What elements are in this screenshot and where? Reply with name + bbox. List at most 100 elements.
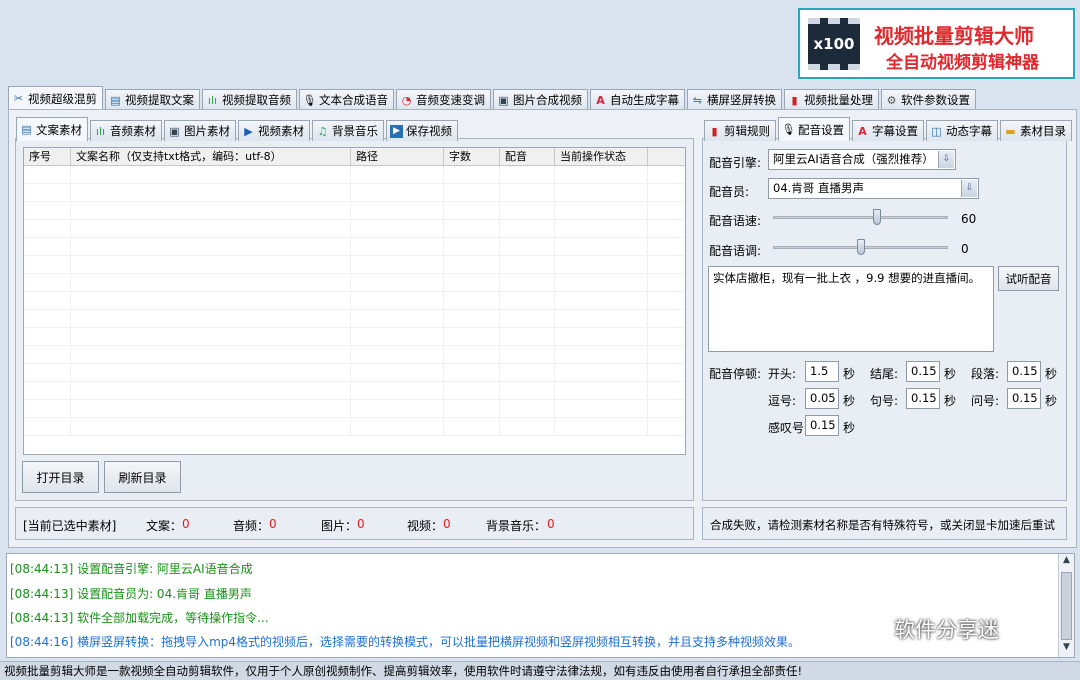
voice-text-area[interactable]: 实体店撤柜，现有一批上衣 ，9.9 想要的进直播间。 — [708, 266, 994, 352]
table-cell — [71, 256, 351, 273]
tab-copy-material[interactable]: ▤ 文案素材 — [16, 117, 88, 141]
pause-period-input[interactable]: 0.15 — [906, 388, 940, 409]
pause-exclaim-input[interactable]: 0.15 — [805, 415, 839, 436]
log-line: [08:44:13] 软件全部加载完成，等待操作指令... — [10, 611, 269, 625]
table-cell — [555, 184, 648, 201]
scroll-up-icon[interactable]: ▲ — [1060, 555, 1073, 569]
table-row[interactable] — [24, 346, 685, 364]
column-header[interactable]: 路径 — [351, 148, 444, 165]
music-note-icon: ♫ — [317, 124, 328, 138]
selected-video-count: 0 — [443, 517, 451, 531]
tab-auto-subtitle[interactable]: A 自动生成字幕 — [590, 89, 685, 110]
pause-question-input[interactable]: 0.15 — [1007, 388, 1041, 409]
table-row[interactable] — [24, 184, 685, 202]
tab-image-to-video[interactable]: ▣ 图片合成视频 — [493, 89, 588, 110]
table-cell — [500, 238, 555, 255]
table-cell — [444, 364, 500, 381]
tab-extract-text[interactable]: ▤ 视频提取文案 — [105, 89, 200, 110]
table-row[interactable] — [24, 238, 685, 256]
column-header[interactable]: 字数 — [444, 148, 500, 165]
app-logo: x100 — [808, 18, 860, 70]
table-cell — [444, 418, 500, 435]
material-table[interactable]: 序号 文案名称（仅支持txt格式，编码：utf-8） 路径 字数 配音 当前操作… — [23, 147, 686, 455]
tab-voice-settings[interactable]: 🎙 配音设置 — [778, 117, 850, 141]
table-row[interactable] — [24, 328, 685, 346]
table-cell — [351, 274, 444, 291]
table-cell — [555, 202, 648, 219]
tab-video-mix[interactable]: ✂ 视频超级混剪 — [8, 86, 103, 110]
pause-paragraph-input[interactable]: 0.15 — [1007, 361, 1041, 382]
tab-settings[interactable]: ⚙ 软件参数设置 — [881, 89, 976, 110]
tab-material-directory[interactable]: ▬ 素材目录 — [1000, 120, 1072, 141]
selected-summary: [当前已选中素材] 文案： 0 音频： 0 图片： 0 视频： 0 背景音乐： … — [15, 507, 694, 540]
tab-image-material[interactable]: ▣ 图片素材 — [164, 120, 236, 141]
table-row[interactable] — [24, 274, 685, 292]
table-row[interactable] — [24, 256, 685, 274]
table-row[interactable] — [24, 400, 685, 418]
tab-batch-process[interactable]: ▮ 视频批量处理 — [784, 89, 879, 110]
test-voice-button[interactable]: 试听配音 — [998, 266, 1059, 291]
column-header[interactable]: 序号 — [24, 148, 71, 165]
table-row[interactable] — [24, 166, 685, 184]
table-cell — [555, 346, 648, 363]
tab-background-music[interactable]: ♫ 背景音乐 — [312, 120, 384, 141]
pause-period-label: 句号: — [870, 394, 899, 408]
folder-icon: ▬ — [1005, 124, 1016, 138]
tab-dynamic-subtitle[interactable]: ◫ 动态字幕 — [926, 120, 998, 141]
pause-comma-input[interactable]: 0.05 — [805, 388, 839, 409]
film-icon: ▮ — [711, 124, 718, 138]
tab-video-material[interactable]: ▶ 视频素材 — [238, 120, 310, 141]
selected-audio-count: 0 — [269, 517, 277, 531]
selected-image-label: 图片： — [321, 519, 358, 533]
tab-audio-speed[interactable]: ◔ 音频变速变调 — [396, 89, 491, 110]
column-header[interactable]: 配音 — [500, 148, 555, 165]
table-cell — [555, 364, 648, 381]
open-directory-button[interactable]: 打开目录 — [22, 461, 99, 493]
pause-start-input[interactable]: 1.5 — [805, 361, 839, 382]
table-cell — [71, 184, 351, 201]
log-scrollbar[interactable]: ▲ ▼ — [1058, 554, 1074, 657]
table-cell — [24, 364, 71, 381]
voice-speed-slider[interactable] — [773, 208, 948, 228]
table-cell — [351, 418, 444, 435]
scroll-thumb[interactable] — [1061, 572, 1072, 640]
voice-pitch-label: 配音语调: — [709, 244, 762, 258]
unit-seconds: 秒 — [944, 394, 957, 408]
material-tab-bar: ▤ 文案素材 ılı 音频素材 ▣ 图片素材 ▶ 视频素材 ♫ 背景音乐 ▶ 保存视频 — [16, 117, 460, 141]
table-row[interactable] — [24, 202, 685, 220]
tab-subtitle-settings[interactable]: A 字幕设置 — [852, 120, 924, 141]
table-cell — [500, 184, 555, 201]
table-cell — [351, 184, 444, 201]
audio-wave-icon: ılı — [207, 93, 218, 107]
table-cell — [24, 346, 71, 363]
tab-save-video[interactable]: ▶ 保存视频 — [386, 120, 458, 141]
table-row[interactable] — [24, 418, 685, 436]
slider-thumb[interactable] — [856, 239, 865, 255]
table-row[interactable] — [24, 220, 685, 238]
dropdown-arrow-icon: ⇩ — [961, 180, 977, 197]
voice-speaker-select[interactable]: 04.肯哥 直播男声 ⇩ — [768, 178, 979, 199]
pause-end-input[interactable]: 0.15 — [906, 361, 940, 382]
column-header[interactable]: 当前操作状态 — [555, 148, 648, 165]
tab-text-to-speech[interactable]: 🎙 文本合成语音 — [299, 89, 394, 110]
voice-engine-select[interactable]: 阿里云AI语音合成（强烈推荐） ⇩ — [768, 149, 956, 170]
table-row[interactable] — [24, 382, 685, 400]
table-cell — [500, 166, 555, 183]
table-cell — [444, 346, 500, 363]
scroll-down-icon[interactable]: ▼ — [1060, 642, 1073, 656]
column-header[interactable]: 文案名称（仅支持txt格式，编码：utf-8） — [71, 148, 351, 165]
app-banner: x100 视频批量剪辑大师 全自动视频剪辑神器 — [798, 8, 1075, 79]
tab-edit-rules[interactable]: ▮ 剪辑规则 — [704, 120, 776, 141]
table-row[interactable] — [24, 292, 685, 310]
tab-screen-convert[interactable]: ⇋ 横屏竖屏转换 — [687, 89, 782, 110]
tab-extract-audio[interactable]: ılı 视频提取音频 — [202, 89, 297, 110]
refresh-directory-button[interactable]: 刷新目录 — [104, 461, 181, 493]
voice-pitch-slider[interactable] — [773, 238, 948, 258]
table-cell — [24, 184, 71, 201]
tab-audio-material[interactable]: ılı 音频素材 — [90, 120, 162, 141]
table-cell — [24, 202, 71, 219]
slider-thumb[interactable] — [873, 209, 882, 225]
table-row[interactable] — [24, 364, 685, 382]
status-message: 合成失败，请检测素材名称是否有特殊符号，或关闭显卡加速后重试 — [710, 518, 1055, 532]
table-row[interactable] — [24, 310, 685, 328]
